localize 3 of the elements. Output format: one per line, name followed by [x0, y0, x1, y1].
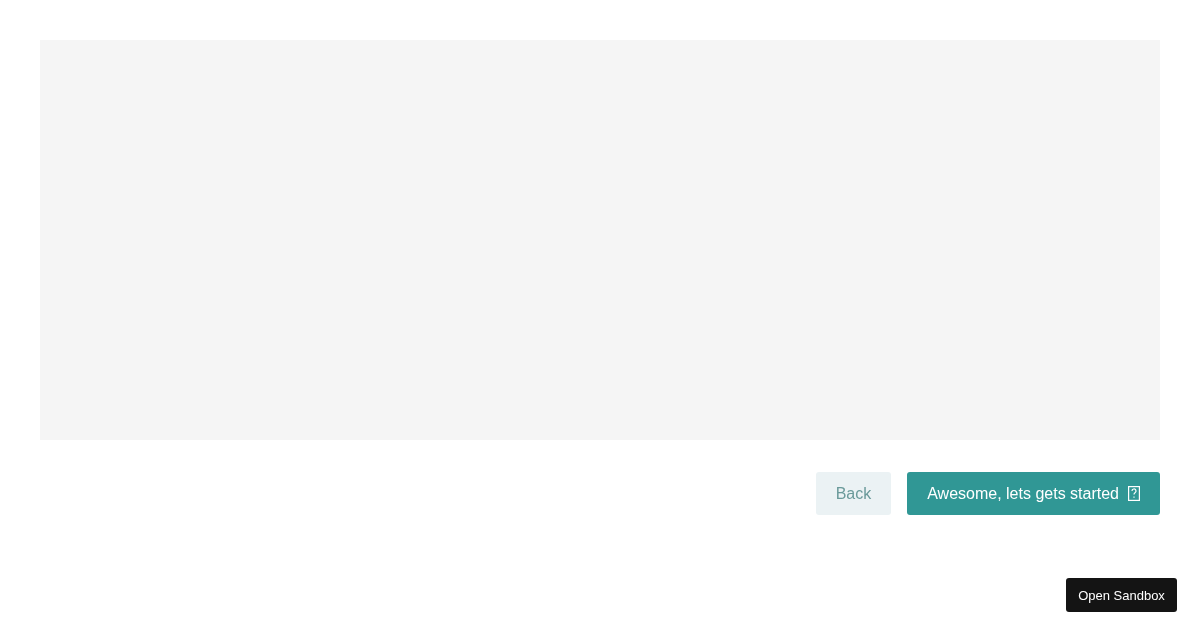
back-button[interactable]: Back: [815, 472, 892, 515]
start-button[interactable]: Awesome, lets gets started: [907, 472, 1160, 515]
open-sandbox-button[interactable]: Open Sandbox: [1066, 578, 1177, 612]
